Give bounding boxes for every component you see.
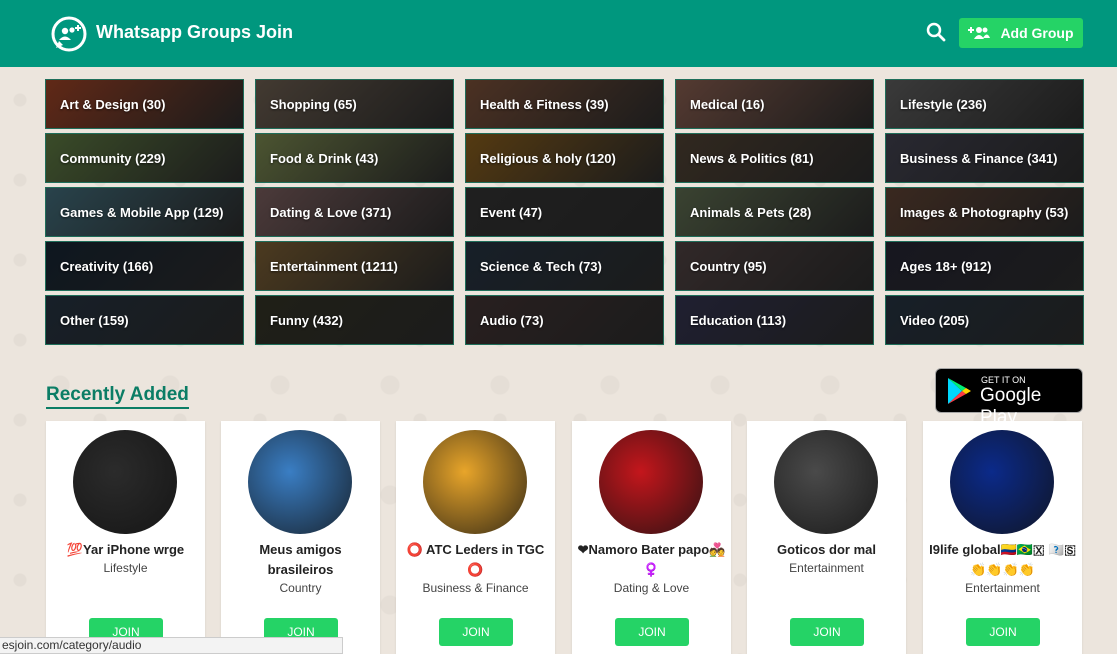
- category-tile[interactable]: News & Politics (81): [675, 133, 874, 183]
- category-tile[interactable]: Medical (16): [675, 79, 874, 129]
- group-card[interactable]: ⭕ ATC Leders in TGC ⭕ Business & Finance J…: [396, 421, 555, 654]
- category-label: Science & Tech (73): [480, 258, 602, 274]
- category-label: Games & Mobile App (129): [60, 204, 224, 220]
- category-tile[interactable]: Entertainment (1211): [255, 241, 454, 291]
- google-play-badge[interactable]: GET IT ON Google Play: [935, 368, 1083, 428]
- category-tile[interactable]: Ages 18+ (912): [885, 241, 1084, 291]
- category-label: Funny (432): [270, 312, 343, 328]
- category-label: Country (95): [690, 258, 767, 274]
- category-label: Ages 18+ (912): [900, 258, 992, 274]
- group-card[interactable]: Goticos dor mal Entertainment JOIN: [747, 421, 906, 654]
- category-tile[interactable]: Other (159): [45, 295, 244, 345]
- category-label: Shopping (65): [270, 96, 357, 112]
- category-tile[interactable]: Animals & Pets (28): [675, 187, 874, 237]
- category-tile[interactable]: Science & Tech (73): [465, 241, 664, 291]
- group-name[interactable]: ⭕ ATC Leders in TGC ⭕: [400, 540, 551, 580]
- category-tile[interactable]: Event (47): [465, 187, 664, 237]
- add-group-label: Add Group: [1000, 25, 1074, 41]
- recent-groups-list: 💯Yar iPhone wrge Lifestyle JOIN Meus amigos…: [46, 421, 1083, 654]
- category-label: Business & Finance (341): [900, 150, 1058, 166]
- group-avatar[interactable]: [248, 430, 352, 534]
- group-avatar[interactable]: [423, 430, 527, 534]
- category-label: Lifestyle (236): [900, 96, 987, 112]
- category-tile[interactable]: Creativity (166): [45, 241, 244, 291]
- category-label: Audio (73): [480, 312, 544, 328]
- category-label: Event (47): [480, 204, 543, 220]
- category-tile[interactable]: Art & Design (30): [45, 79, 244, 129]
- category-grid: Art & Design (30) Shopping (65) Health & F…: [45, 79, 1084, 347]
- add-group-button[interactable]: Add Group: [959, 18, 1083, 48]
- category-label: Images & Photography (53): [900, 204, 1069, 220]
- category-label: Education (113): [690, 312, 787, 328]
- category-tile[interactable]: Business & Finance (341): [885, 133, 1084, 183]
- category-tile[interactable]: Funny (432): [255, 295, 454, 345]
- category-label: Creativity (166): [60, 258, 154, 274]
- group-card[interactable]: ❤Namoro Bater papo💑♀️ Dating & Love JOIN: [572, 421, 731, 654]
- group-category: Lifestyle: [103, 561, 148, 575]
- status-bar-url: esjoin.com/category/audio: [0, 637, 343, 654]
- category-tile[interactable]: Health & Fitness (39): [465, 79, 664, 129]
- group-name[interactable]: 💯Yar iPhone wrge: [50, 540, 201, 560]
- category-label: Medical (16): [690, 96, 765, 112]
- whatsapp-group-logo-icon[interactable]: [50, 15, 88, 53]
- category-tile[interactable]: Religious & holy (120): [465, 133, 664, 183]
- group-card[interactable]: 💯Yar iPhone wrge Lifestyle JOIN: [46, 421, 205, 654]
- category-tile[interactable]: Audio (73): [465, 295, 664, 345]
- category-tile[interactable]: Video (205): [885, 295, 1084, 345]
- group-category: Country: [279, 581, 322, 595]
- join-button[interactable]: JOIN: [615, 618, 689, 646]
- group-avatar[interactable]: [774, 430, 878, 534]
- category-tile[interactable]: Country (95): [675, 241, 874, 291]
- category-label: Food & Drink (43): [270, 150, 379, 166]
- group-name[interactable]: ❤Namoro Bater papo💑♀️: [576, 540, 727, 580]
- group-name[interactable]: Meus amigos brasileiros: [225, 540, 376, 580]
- recently-added-heading: Recently Added: [46, 384, 189, 409]
- category-label: Entertainment (1211): [270, 258, 398, 274]
- search-icon[interactable]: [926, 22, 946, 42]
- category-label: Health & Fitness (39): [480, 96, 609, 112]
- group-card[interactable]: I9life global🇨🇴🇧🇷🇽 🇹🇺🇸👏👏👏👏 Entertainment J…: [923, 421, 1082, 654]
- group-name[interactable]: Goticos dor mal: [751, 540, 902, 560]
- site-title[interactable]: Whatsapp Groups Join: [96, 22, 293, 43]
- group-avatar[interactable]: [599, 430, 703, 534]
- category-label: Art & Design (30): [60, 96, 166, 112]
- category-tile[interactable]: Lifestyle (236): [885, 79, 1084, 129]
- header: Whatsapp Groups Join Add Group: [0, 0, 1117, 67]
- category-label: News & Politics (81): [690, 150, 814, 166]
- category-label: Other (159): [60, 312, 129, 328]
- category-label: Dating & Love (371): [270, 204, 392, 220]
- join-button[interactable]: JOIN: [790, 618, 864, 646]
- gplay-small-text: GET IT ON: [981, 375, 1026, 385]
- group-card[interactable]: Meus amigos brasileiros Country JOIN: [221, 421, 380, 654]
- category-label: Religious & holy (120): [480, 150, 616, 166]
- category-tile[interactable]: Dating & Love (371): [255, 187, 454, 237]
- category-tile[interactable]: Games & Mobile App (129): [45, 187, 244, 237]
- group-category: Business & Finance: [422, 581, 529, 595]
- category-tile[interactable]: Images & Photography (53): [885, 187, 1084, 237]
- category-label: Animals & Pets (28): [690, 204, 812, 220]
- group-category: Entertainment: [789, 561, 864, 575]
- group-avatar[interactable]: [73, 430, 177, 534]
- group-category: Entertainment: [965, 581, 1040, 595]
- category-tile[interactable]: Education (113): [675, 295, 874, 345]
- group-name[interactable]: I9life global🇨🇴🇧🇷🇽 🇹🇺🇸👏👏👏👏: [927, 540, 1078, 580]
- add-users-icon: [968, 27, 991, 39]
- category-label: Video (205): [900, 312, 970, 328]
- category-tile[interactable]: Community (229): [45, 133, 244, 183]
- category-tile[interactable]: Food & Drink (43): [255, 133, 454, 183]
- join-button[interactable]: JOIN: [439, 618, 513, 646]
- google-play-icon: [948, 378, 971, 404]
- group-avatar[interactable]: [950, 430, 1054, 534]
- category-label: Community (229): [60, 150, 166, 166]
- category-tile[interactable]: Shopping (65): [255, 79, 454, 129]
- group-category: Dating & Love: [613, 581, 690, 595]
- join-button[interactable]: JOIN: [966, 618, 1040, 646]
